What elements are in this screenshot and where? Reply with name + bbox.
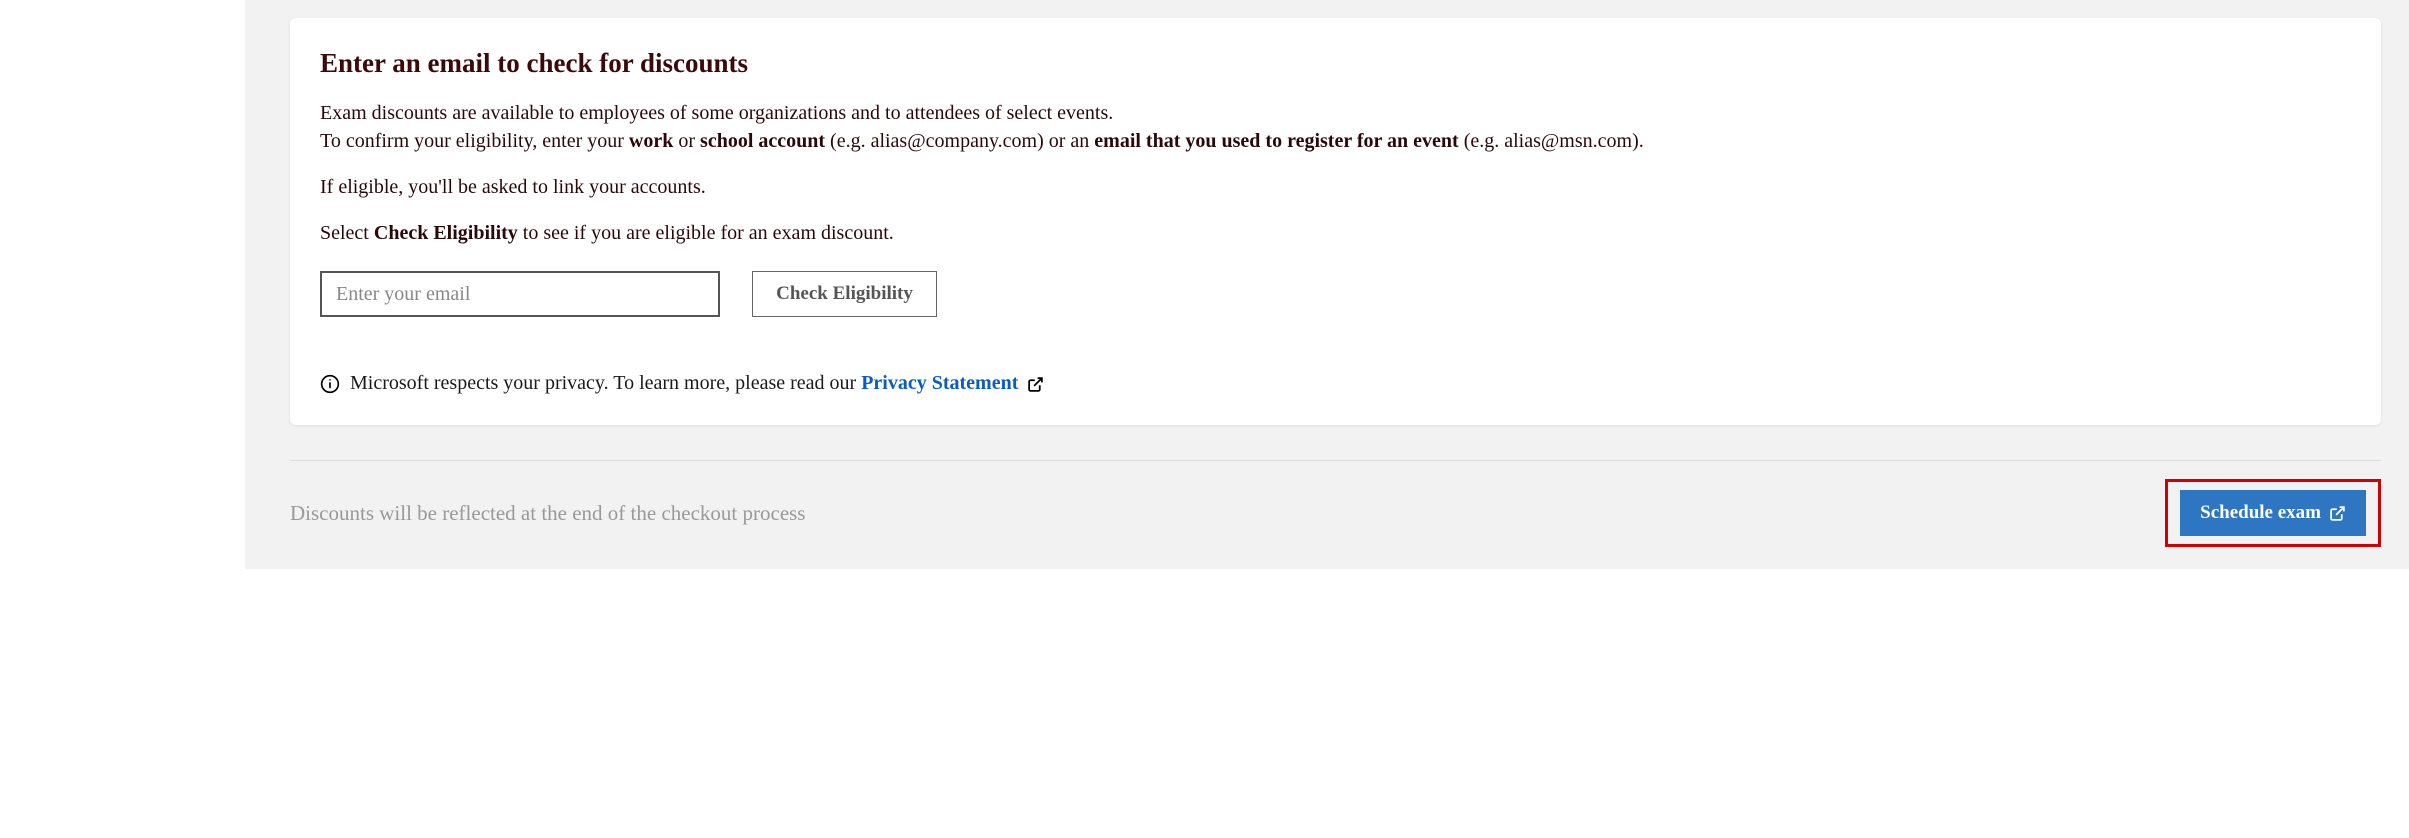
footer-note: Discounts will be reflected at the end o…: [290, 501, 805, 526]
description-block-2: If eligible, you'll be asked to link you…: [320, 173, 2351, 201]
desc-line-3: If eligible, you'll be asked to link you…: [320, 173, 2351, 201]
schedule-highlight-box: Schedule exam: [2165, 479, 2381, 547]
external-link-icon: [1027, 376, 1044, 393]
description-block-1: Exam discounts are available to employee…: [320, 99, 2351, 155]
email-input[interactable]: [320, 271, 720, 317]
main-panel: Enter an email to check for discounts Ex…: [245, 0, 2409, 569]
info-icon: [320, 374, 340, 394]
discount-card: Enter an email to check for discounts Ex…: [290, 18, 2381, 425]
desc2-or: or: [673, 130, 700, 152]
desc2-evt: email that you used to register for an e…: [1094, 130, 1458, 152]
schedule-exam-label: Schedule exam: [2200, 502, 2321, 524]
desc2-school: school account: [700, 130, 825, 152]
external-link-icon: [2329, 505, 2346, 522]
desc2-pre: To confirm your eligibility, enter your: [320, 130, 629, 152]
privacy-row: Microsoft respects your privacy. To lear…: [320, 372, 2351, 395]
input-row: Check Eligibility: [320, 271, 2351, 317]
desc-line-2: To confirm your eligibility, enter your …: [320, 127, 2351, 155]
privacy-statement-link[interactable]: Privacy Statement: [861, 372, 1018, 394]
privacy-text-wrapper: Microsoft respects your privacy. To lear…: [350, 372, 1044, 395]
card-title: Enter an email to check for discounts: [320, 48, 2351, 79]
desc-line-4: Select Check Eligibility to see if you a…: [320, 219, 2351, 247]
desc-line-1: Exam discounts are available to employee…: [320, 99, 2351, 127]
desc2-work: work: [629, 130, 673, 152]
desc4-pre: Select: [320, 222, 374, 244]
description-block-3: Select Check Eligibility to see if you a…: [320, 219, 2351, 247]
desc4-bold: Check Eligibility: [374, 222, 518, 244]
check-eligibility-button[interactable]: Check Eligibility: [752, 271, 937, 317]
desc2-eg2: (e.g. alias@msn.com).: [1459, 130, 1644, 152]
privacy-text: Microsoft respects your privacy. To lear…: [350, 372, 861, 394]
footer-row: Discounts will be reflected at the end o…: [290, 460, 2381, 547]
schedule-exam-button[interactable]: Schedule exam: [2180, 490, 2366, 536]
desc2-eg1: (e.g. alias@company.com) or an: [825, 130, 1094, 152]
desc4-post: to see if you are eligible for an exam d…: [518, 222, 894, 244]
